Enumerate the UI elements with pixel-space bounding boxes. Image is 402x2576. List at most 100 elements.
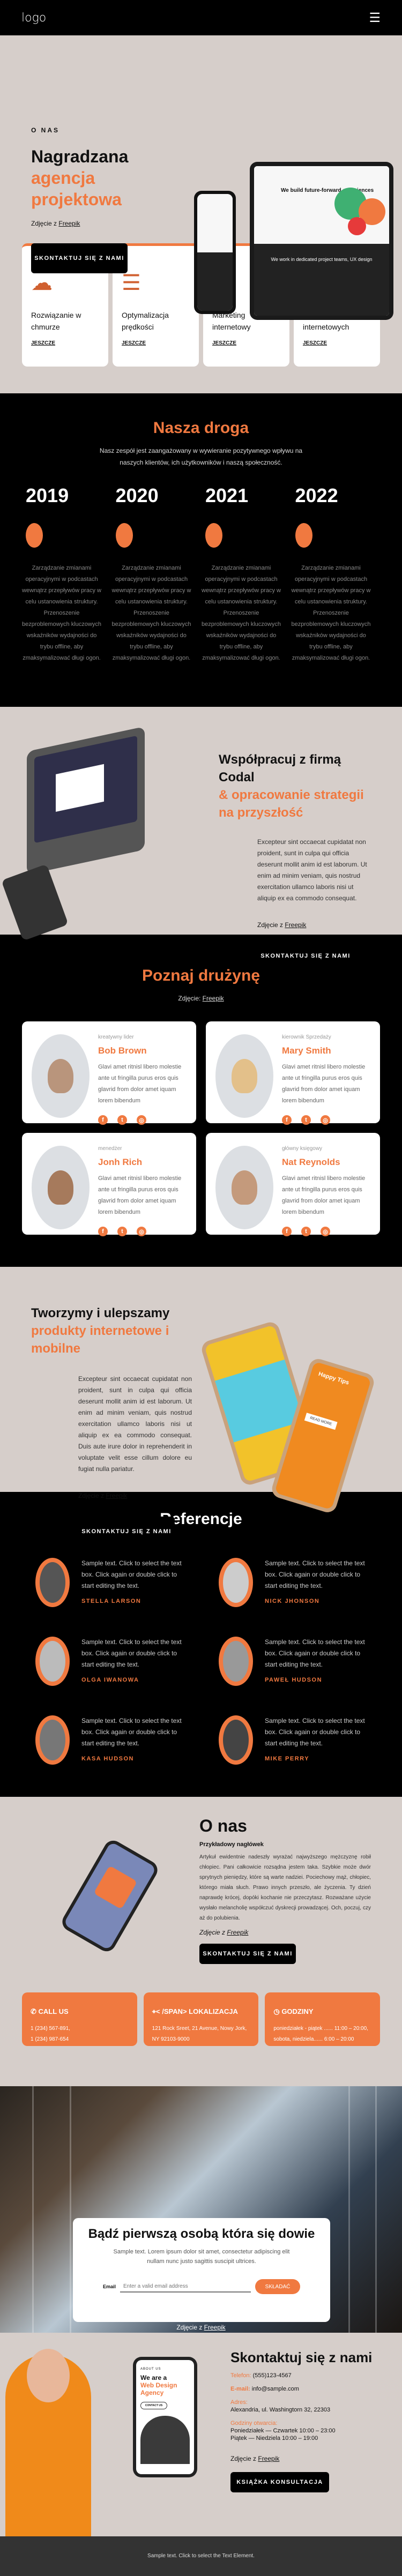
contact-section: ABOUT US We are a Web Design Agency CONT…	[0, 2333, 402, 2536]
decor-stripe	[375, 2086, 377, 2333]
twitter-icon[interactable]: t	[117, 1227, 127, 1236]
mobile-products-section: Tworzymy i ulepszamy produkty internetow…	[0, 1267, 402, 1547]
phone-value[interactable]: (555)123-4567	[253, 2372, 292, 2379]
credit-prefix: Zdjęcie z	[230, 2455, 258, 2462]
team-section: Poznaj drużynę Zdjęcie: Freepik kreatywn…	[0, 935, 402, 1267]
member-role: menedżer	[98, 1146, 122, 1152]
email-label: E-mail:	[230, 2386, 250, 2392]
phone-mockup-image	[1, 864, 69, 941]
codal-title: Współpracuj z firmą Codal & opracowanie …	[219, 751, 374, 822]
subscribe-button[interactable]: SKŁADAĆ	[255, 2279, 300, 2294]
decor-stripe	[70, 2086, 71, 2333]
freepik-link[interactable]: Freepik	[58, 220, 80, 227]
facebook-icon[interactable]: f	[98, 1227, 108, 1236]
location-pin-icon: ⌖	[152, 2007, 156, 2015]
subscribe-title: Bądź pierwszą osobą która się dowie	[88, 2227, 315, 2241]
freepik-link[interactable]: Freepik	[106, 1492, 127, 1499]
service-title: Rozwiązanie w chmurze	[31, 311, 81, 331]
mobile-title-accent: produkty internetowe i mobilne	[31, 1324, 169, 1356]
phone-mock-title: We are a	[140, 2374, 167, 2381]
phone-mock-button: CONTACT US	[140, 2402, 167, 2409]
mobile-contact-button[interactable]: SKONTAKTUJ SIĘ Z NAMI	[78, 1517, 175, 1547]
credit-prefix: Zdjęcie z	[176, 2324, 204, 2331]
member-role: główny księgowy	[282, 1146, 323, 1152]
info-card-line: 1 (234) 987-654	[31, 2036, 69, 2042]
member-role: kreatywny lider	[98, 1034, 134, 1040]
twitter-icon[interactable]: t	[301, 1227, 311, 1236]
testimonial: Sample text. Click to select the text bo…	[35, 1558, 219, 1607]
about-contact-button[interactable]: SKONTAKTUJ SIĘ Z NAMI	[199, 1944, 296, 1964]
email-label: Email	[102, 2284, 116, 2289]
hours-line: Piątek — Niedziela 10:00 – 19:00	[230, 2435, 318, 2441]
avatar	[35, 1637, 70, 1686]
testimonial: Sample text. Click to select the text bo…	[219, 1558, 402, 1607]
twitter-icon[interactable]: t	[117, 1115, 127, 1125]
social-links: f t ◎	[282, 1227, 370, 1236]
team-member-card: kierownik Sprzedaży Mary Smith Glavi ame…	[206, 1021, 380, 1125]
instagram-icon[interactable]: ◎	[137, 1227, 146, 1236]
phone-mock-accent: Web Design Agency	[140, 2381, 177, 2396]
contact-hours: Godziny otwarcia: Poniedziałek — Czwartek…	[230, 2420, 391, 2442]
freepik-link[interactable]: Freepik	[285, 921, 306, 929]
freepik-link[interactable]: Freepik	[203, 995, 224, 1002]
service-more-link[interactable]: JESZCZE	[31, 340, 55, 346]
freepik-link[interactable]: Freepik	[204, 2324, 226, 2331]
about-text: O nas Przykładowy nagłówek Artykuł ewide…	[199, 1816, 371, 1964]
timeline-item: 2019 Zarządzanie zmianami operacyjnymi w…	[21, 484, 111, 664]
facebook-icon[interactable]: f	[282, 1227, 292, 1236]
mobile-title: Tworzymy i ulepszamy produkty internetow…	[31, 1304, 187, 1357]
contact-text: Skontaktuj się z nami Telefon: (555)123-…	[230, 2349, 391, 2492]
service-more-link[interactable]: JESZCZE	[122, 340, 146, 346]
phone-label: Telefon:	[230, 2372, 251, 2379]
timeline-text: Zarządzanie zmianami operacyjnymi w podc…	[291, 565, 371, 661]
email-value[interactable]: info@sample.com	[252, 2386, 299, 2392]
credit-prefix: Zdjęcie z	[257, 921, 285, 929]
testimonial: Sample text. Click to select the text bo…	[219, 1715, 402, 1765]
instagram-icon[interactable]: ◎	[321, 1115, 330, 1125]
timeline-text: Zarządzanie zmianami operacyjnymi w podc…	[202, 565, 281, 661]
hours-line: Poniedziałek — Czwartek 10:00 – 23:00	[230, 2428, 336, 2434]
timeline-lead: Nasz zespół jest zaangażowany w wywieran…	[99, 447, 303, 466]
freepik-link[interactable]: Freepik	[227, 1929, 248, 1936]
phone-mockup-image: ABOUT US We are a Web Design Agency CONT…	[133, 2357, 197, 2477]
book-consultation-button[interactable]: KSIĄŻKA KONSULTACJA	[230, 2472, 329, 2492]
testimonial-author: NICK JHONSON	[265, 1598, 320, 1604]
mobile-photo-credit: Zdjęcie z Freepik	[78, 1492, 187, 1499]
logo[interactable]: logo	[21, 11, 46, 25]
email-input[interactable]	[120, 2281, 251, 2293]
info-card-title: GODZINY	[281, 2007, 314, 2015]
freepik-link[interactable]: Freepik	[258, 2455, 279, 2462]
twitter-icon[interactable]: t	[301, 1115, 311, 1125]
hamburger-menu-icon[interactable]: ☰	[369, 10, 381, 26]
testimonial-text: Sample text. Click to select the text bo…	[265, 1638, 365, 1668]
subscribe-form: Email SKŁADAĆ	[84, 2279, 319, 2294]
testimonial-text: Sample text. Click to select the text bo…	[81, 1559, 182, 1589]
member-description: Glavi amet ritnisl libero molestie ante …	[98, 1064, 182, 1104]
info-card-line: sobota, niedziela...... 6:00 – 20:00	[273, 2036, 354, 2042]
testimonial-text: Sample text. Click to select the text bo…	[81, 1717, 182, 1747]
member-name: Bob Brown	[98, 1046, 147, 1056]
testimonial: Sample text. Click to select the text bo…	[35, 1715, 219, 1765]
codal-paragraph: Excepteur sint occaecat cupidatat non pr…	[257, 838, 367, 902]
hero-eyebrow: O NAS	[31, 126, 60, 134]
member-description: Glavi amet ritnisl libero molestie ante …	[282, 1175, 366, 1215]
facebook-icon[interactable]: f	[98, 1115, 108, 1125]
avatar	[219, 1558, 253, 1607]
mobile-paragraph: Excepteur sint occaecat cupidatat non pr…	[78, 1375, 192, 1473]
avatar	[32, 1146, 90, 1229]
service-more-link[interactable]: JESZCZE	[212, 340, 236, 346]
clock-icon: ◷	[273, 2007, 280, 2015]
timeline-text: Zarządzanie zmianami operacyjnymi w podc…	[111, 565, 191, 661]
tablet-mock-band: We work in dedicated project teams, UX d…	[254, 244, 389, 316]
avatar	[215, 1146, 273, 1229]
credit-prefix: Zdjęcie:	[178, 995, 203, 1002]
codal-contact-button[interactable]: SKONTAKTUJ SIĘ Z NAMI	[257, 946, 354, 966]
footer-text: Sample text. Click to select the Text El…	[147, 2553, 255, 2559]
info-card-line: poniedziałek - piątek ...... 11:00 – 20:…	[273, 2026, 368, 2032]
hero-contact-button[interactable]: SKONTAKTUJ SIĘ Z NAMI	[31, 243, 128, 273]
instagram-icon[interactable]: ◎	[137, 1115, 146, 1125]
instagram-icon[interactable]: ◎	[321, 1227, 330, 1236]
service-more-link[interactable]: JESZCZE	[303, 340, 327, 346]
codal-title-accent: & opracowanie strategii na przyszłość	[219, 788, 364, 820]
facebook-icon[interactable]: f	[282, 1115, 292, 1125]
